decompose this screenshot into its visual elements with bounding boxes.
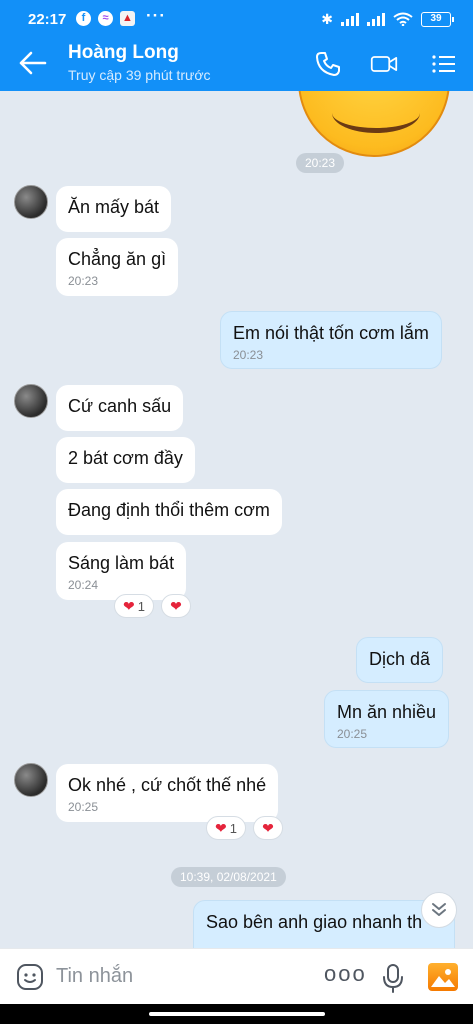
message-input[interactable]: Tin nhắn (56, 965, 133, 988)
heart-icon: ❤ (123, 597, 135, 614)
message-text: 2 bát cơm đầy (68, 448, 183, 468)
reaction-count[interactable]: ❤ 1 (114, 594, 154, 618)
time-separator: 20:23 (296, 153, 345, 173)
scroll-to-bottom-button[interactable] (421, 892, 457, 928)
image-gallery-icon[interactable] (428, 963, 458, 991)
message-list[interactable]: 20:23 Ăn mấy bát Chẳng ăn gì 20:23 Em nó… (0, 91, 473, 948)
video-call-icon[interactable] (370, 50, 398, 78)
message-bubble-incoming[interactable]: Ok nhé , cứ chốt thế nhé 20:25 (56, 764, 279, 822)
phone-call-icon[interactable] (314, 50, 342, 78)
facebook-icon: f (76, 11, 91, 26)
microphone-icon[interactable] (382, 963, 404, 993)
more-options-icon[interactable]: ooo (324, 961, 367, 987)
emoji-sticker-icon[interactable] (16, 963, 44, 991)
message-bubble-outgoing[interactable]: Dịch dã (356, 637, 444, 683)
message-time: 20:23 (233, 348, 264, 362)
avatar[interactable] (14, 185, 48, 219)
heart-icon: ❤ (215, 819, 227, 836)
status-bar: 22:17 f ≈ ▲ ··· ✱ 39 (0, 0, 473, 36)
message-time: 20:24 (68, 578, 99, 592)
message-text: Đang định thổi thêm cơm (68, 500, 270, 520)
reaction-count[interactable]: ❤ 1 (206, 816, 246, 840)
status-time: 22:17 (28, 11, 67, 28)
message-bubble-incoming[interactable]: Đang định thổi thêm cơm (56, 489, 282, 535)
message-input-bar: Tin nhắn ooo (0, 948, 473, 1004)
message-bubble-outgoing[interactable]: Sao bên anh giao nhanh th (193, 900, 455, 948)
reaction-number: 1 (137, 598, 145, 614)
message-bubble-outgoing[interactable]: Em nói thật tốn cơm lắm 20:23 (220, 311, 442, 369)
system-navigation-bar (0, 1004, 473, 1024)
message-text: Ok nhé , cứ chốt thế nhé (68, 775, 267, 795)
message-text: Sao bên anh giao nhanh th (206, 912, 423, 932)
avatar[interactable] (14, 763, 48, 797)
message-time: 20:23 (68, 274, 99, 288)
heart-icon: ❤ (262, 819, 274, 836)
message-bubble-incoming[interactable]: Chẳng ăn gì 20:23 (56, 238, 179, 296)
bluetooth-icon: ✱ (321, 10, 333, 27)
message-time: 20:25 (68, 800, 99, 814)
message-time: 20:25 (337, 727, 368, 741)
message-text: Cứ canh sấu (68, 396, 172, 416)
message-text: Ăn mấy bát (68, 197, 160, 217)
double-chevron-down-icon (432, 903, 446, 916)
app-icon: ▲ (120, 11, 135, 26)
home-indicator[interactable] (149, 1012, 325, 1016)
chat-header: Hoàng Long Truy cập 39 phút trước (0, 36, 473, 91)
react-button[interactable]: ❤ (253, 816, 283, 840)
message-bubble-outgoing[interactable]: Mn ăn nhiều 20:25 (324, 690, 450, 748)
message-text: Sáng làm bát (68, 553, 175, 573)
contact-last-seen: Truy cập 39 phút trước (68, 67, 211, 83)
reaction-number: 1 (229, 820, 237, 836)
react-button[interactable]: ❤ (161, 594, 191, 618)
messenger-icon: ≈ (98, 11, 113, 26)
smiley-sticker[interactable] (298, 91, 450, 157)
menu-list-icon[interactable] (430, 50, 458, 78)
message-bubble-incoming[interactable]: Ăn mấy bát (56, 186, 172, 232)
message-bubble-incoming[interactable]: 2 bát cơm đầy (56, 437, 195, 483)
more-notifications-icon: ··· (146, 6, 166, 25)
message-text: Mn ăn nhiều (337, 702, 437, 722)
contact-name[interactable]: Hoàng Long (68, 42, 179, 64)
date-separator: 10:39, 02/08/2021 (171, 867, 286, 887)
wifi-icon (393, 12, 413, 26)
message-bubble-incoming[interactable]: Cứ canh sấu (56, 385, 184, 431)
message-bubble-incoming[interactable]: Sáng làm bát 20:24 (56, 542, 187, 600)
message-text: Chẳng ăn gì (68, 249, 167, 269)
heart-icon: ❤ (170, 597, 182, 614)
signal-icon-2 (367, 12, 385, 26)
signal-icon (341, 12, 359, 26)
battery-icon: 39 (421, 11, 454, 27)
message-text: Dịch dã (369, 649, 431, 669)
avatar[interactable] (14, 384, 48, 418)
message-text: Em nói thật tốn cơm lắm (233, 323, 429, 343)
back-arrow-icon[interactable] (18, 50, 48, 76)
